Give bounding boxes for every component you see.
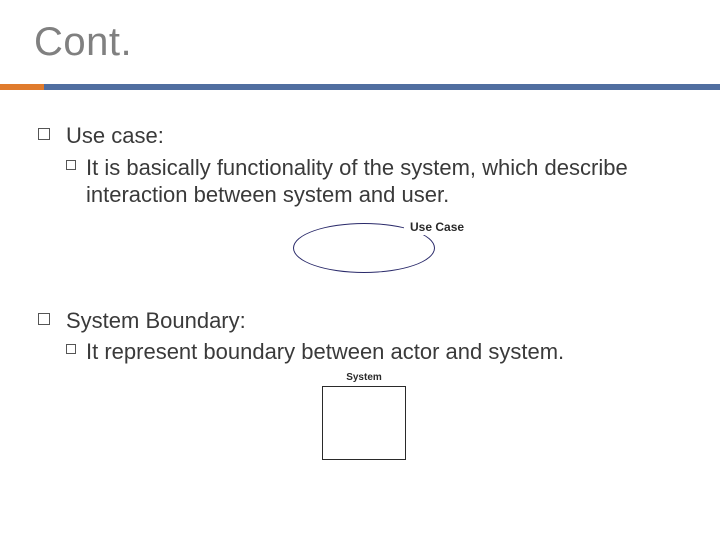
bullet-icon — [38, 128, 50, 140]
bullet-icon — [38, 313, 50, 325]
section-heading: System Boundary: — [66, 308, 246, 333]
list-subitem: It represent boundary between actor and … — [38, 338, 690, 366]
figure-label: Use Case — [404, 220, 470, 235]
slide-title: Cont. — [34, 20, 132, 65]
bullet-icon — [66, 344, 76, 354]
system-rect-icon — [322, 386, 406, 460]
list-item: Use case: — [38, 122, 690, 150]
section-body: It is basically functionality of the sys… — [86, 155, 628, 208]
divider-accent — [0, 84, 44, 90]
bullet-icon — [66, 160, 76, 170]
figure-label: System — [38, 372, 690, 385]
slide: Cont. Use case: It is basically function… — [0, 0, 720, 540]
content-area: Use case: It is basically functionality … — [38, 122, 690, 460]
list-item: System Boundary: — [38, 307, 690, 335]
section-heading: Use case: — [66, 123, 164, 148]
use-case-figure: Use Case — [38, 223, 690, 285]
divider — [0, 84, 720, 90]
section-body: It represent boundary between actor and … — [86, 339, 564, 364]
divider-main — [44, 84, 720, 90]
list-subitem: It is basically functionality of the sys… — [38, 154, 690, 209]
system-boundary-figure: System — [38, 372, 690, 461]
